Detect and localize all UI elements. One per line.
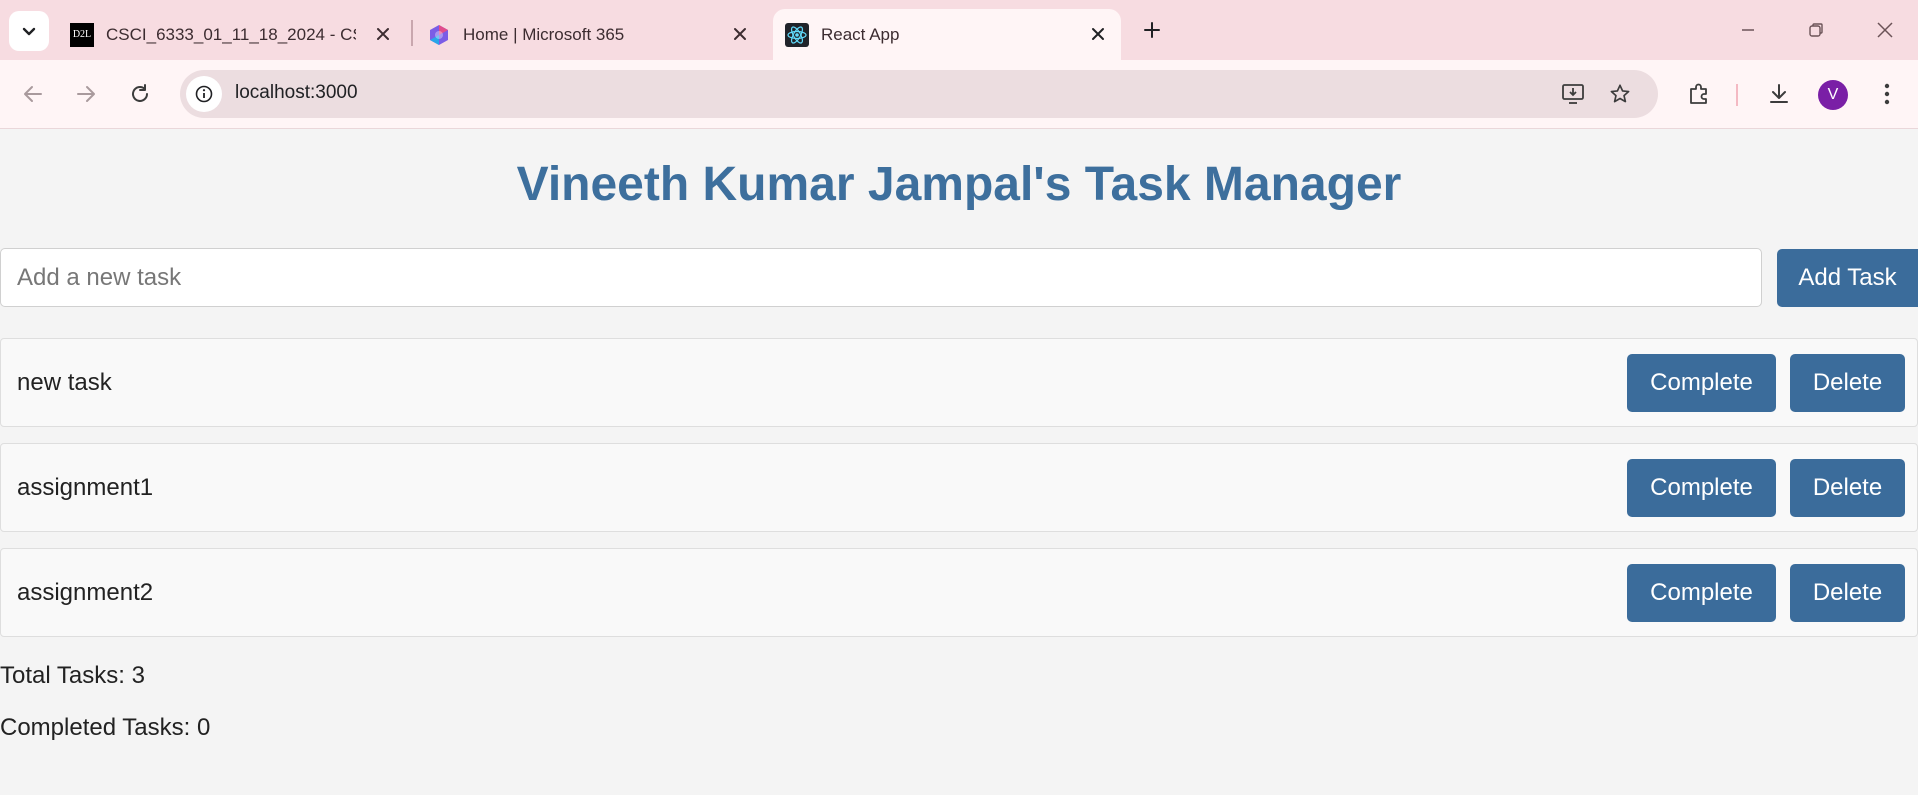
forward-button[interactable]: [68, 76, 104, 112]
minimize-icon: [1742, 29, 1754, 31]
url-text[interactable]: localhost:3000: [235, 82, 358, 104]
d2l-icon: D2L: [70, 22, 94, 47]
tab-microsoft-365[interactable]: Home | Microsoft 365: [415, 9, 763, 60]
task-item: assignment1 Complete Delete: [0, 443, 1918, 532]
task-text: assignment1: [17, 474, 154, 501]
close-icon: [1877, 22, 1893, 38]
browser-toolbar: localhost:3000: [0, 60, 1918, 129]
arrow-left-icon: [24, 86, 42, 102]
tab-search-button[interactable]: [9, 11, 49, 51]
total-tasks-count: Total Tasks: 3: [0, 662, 145, 689]
close-icon[interactable]: [729, 23, 751, 45]
toolbar-divider: [1736, 84, 1738, 106]
task-list: new task Complete Delete assignment1 Com…: [0, 338, 1918, 653]
reload-icon: [132, 84, 148, 102]
app-page: Vineeth Kumar Jampal's Task Manager Add …: [0, 129, 1918, 795]
delete-button[interactable]: Delete: [1790, 354, 1905, 412]
add-task-button[interactable]: Add Task: [1777, 249, 1918, 307]
star-icon: [1610, 84, 1630, 103]
info-icon: [195, 85, 213, 103]
tab-title: React App: [821, 24, 900, 44]
menu-button[interactable]: [1870, 77, 1904, 111]
microsoft-365-icon: [427, 23, 451, 47]
install-desktop-icon: [1562, 84, 1584, 104]
site-info-button[interactable]: [186, 76, 222, 112]
back-button[interactable]: [15, 76, 51, 112]
download-icon: [1770, 84, 1788, 103]
task-item: assignment2 Complete Delete: [0, 548, 1918, 637]
new-tab-button[interactable]: [1137, 15, 1167, 45]
page-title: Vineeth Kumar Jampal's Task Manager: [516, 158, 1402, 211]
tab-title: Home | Microsoft 365: [463, 24, 625, 44]
new-task-input[interactable]: [0, 248, 1762, 307]
tab-d2l[interactable]: D2L CSCI_6333_01_11_18_2024 - CSCI: [58, 9, 406, 60]
delete-button[interactable]: Delete: [1790, 564, 1905, 622]
reload-button[interactable]: [122, 76, 158, 112]
kebab-menu-icon: [1884, 83, 1890, 105]
downloads-button[interactable]: [1762, 77, 1796, 111]
task-text: assignment2: [17, 579, 154, 606]
close-window-button[interactable]: [1868, 14, 1902, 46]
delete-button[interactable]: Delete: [1790, 459, 1905, 517]
address-bar[interactable]: localhost:3000: [180, 70, 1658, 118]
minimize-button[interactable]: [1731, 14, 1765, 46]
restore-icon: [1809, 23, 1823, 37]
bookmark-button[interactable]: [1605, 80, 1635, 108]
extensions-button[interactable]: [1682, 77, 1716, 111]
tab-title: CSCI_6333_01_11_18_2024 - CSCI: [106, 24, 356, 44]
close-icon[interactable]: [1087, 23, 1109, 45]
d2l-logo-text: D2L: [70, 22, 94, 47]
react-icon: [785, 22, 809, 47]
puzzle-icon: [1690, 83, 1707, 104]
task-text: new task: [17, 369, 112, 396]
complete-button[interactable]: Complete: [1627, 459, 1776, 517]
tab-strip: D2L CSCI_6333_01_11_18_2024 - CSCI Home …: [0, 0, 1918, 60]
tab-react-app[interactable]: React App: [773, 9, 1121, 60]
completed-tasks-count: Completed Tasks: 0: [0, 714, 211, 741]
restore-button[interactable]: [1799, 14, 1833, 46]
task-item: new task Complete Delete: [0, 338, 1918, 427]
chevron-down-icon: [22, 27, 36, 36]
plus-icon: [1144, 22, 1160, 38]
profile-avatar[interactable]: V: [1818, 80, 1848, 110]
tab-separator: [411, 20, 413, 46]
complete-button[interactable]: Complete: [1627, 354, 1776, 412]
install-app-button[interactable]: [1558, 80, 1588, 108]
arrow-right-icon: [77, 86, 95, 102]
complete-button[interactable]: Complete: [1627, 564, 1776, 622]
close-icon[interactable]: [372, 23, 394, 45]
